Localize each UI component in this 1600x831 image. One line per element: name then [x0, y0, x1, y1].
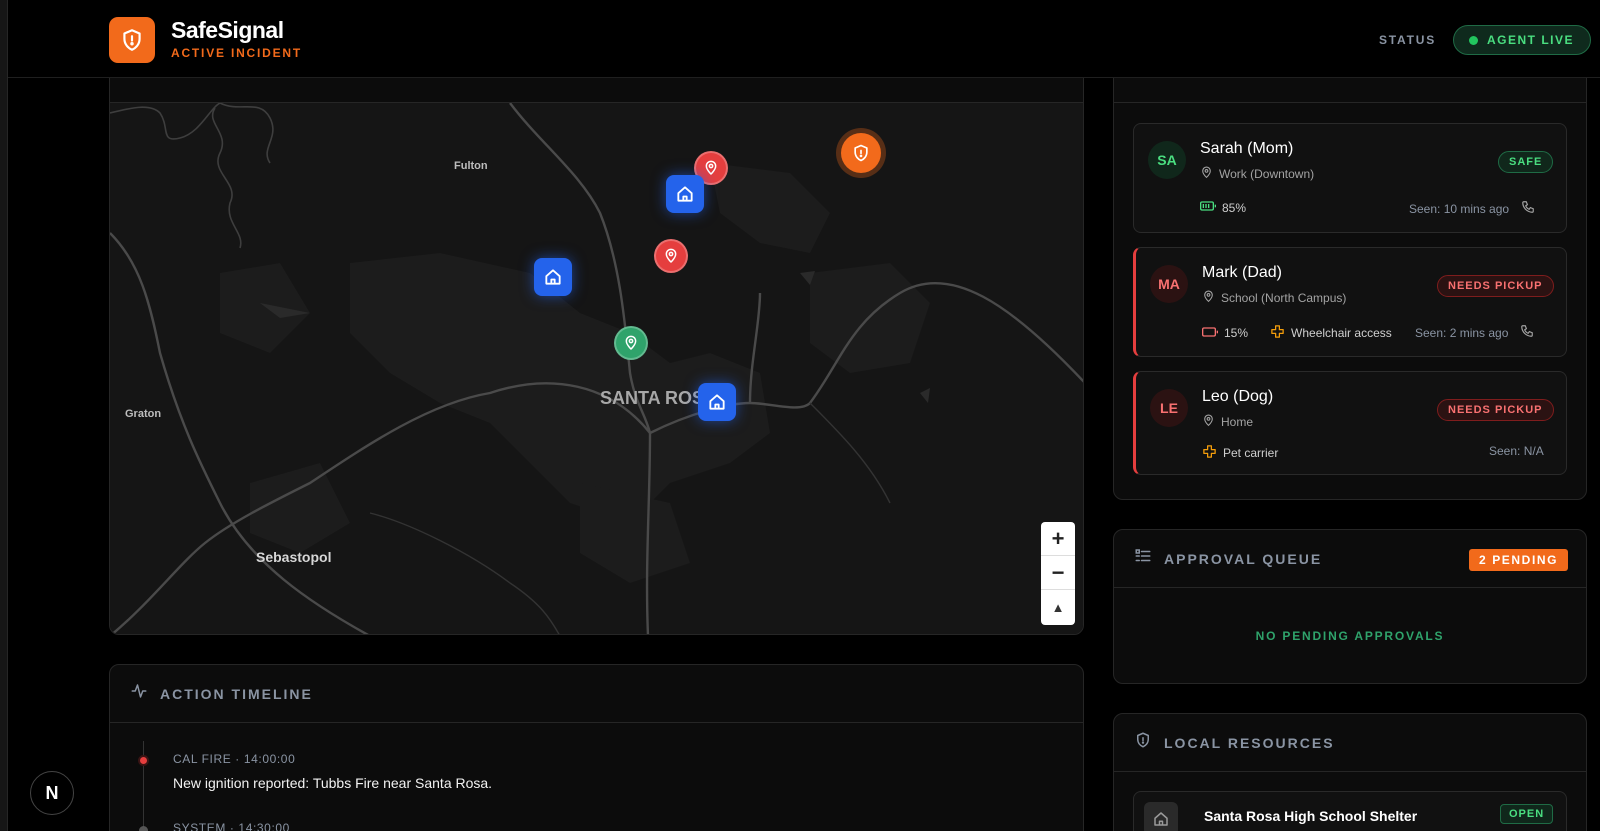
member-location: Home [1202, 414, 1253, 430]
zoom-out-button[interactable]: − [1041, 556, 1075, 590]
map-zoom-controls: + − ▲ [1041, 522, 1075, 625]
member-location: School (North Campus) [1202, 290, 1346, 306]
member-name: Sarah (Mom) [1200, 140, 1294, 157]
map-pin-icon [1202, 414, 1215, 430]
status-label: STATUS [1379, 33, 1437, 47]
battery-indicator: 85% [1200, 200, 1246, 215]
app-header: SafeSignal ACTIVE INCIDENT STATUS AGENT … [8, 0, 1600, 78]
timeline-event-meta: SYSTEM · 14:30:00 [173, 821, 290, 831]
last-seen: Seen: 10 mins ago [1409, 200, 1535, 217]
phone-icon[interactable] [1521, 200, 1535, 217]
resources-title: LOCAL RESOURCES [1164, 734, 1335, 751]
safe-location-marker[interactable] [614, 326, 648, 360]
reset-bearing-button[interactable]: ▲ [1041, 590, 1075, 624]
avatar: SA [1148, 141, 1186, 179]
live-dot-icon [1469, 35, 1478, 45]
medical-cross-icon [1270, 324, 1285, 342]
home-marker[interactable] [534, 258, 572, 296]
shield-icon [1134, 731, 1152, 754]
family-member-card[interactable]: MA Mark (Dad) School (North Campus) NEED… [1133, 247, 1567, 357]
timeline-dot [138, 755, 149, 766]
checklist-icon [1134, 547, 1152, 570]
medical-cross-icon [1202, 444, 1217, 462]
status-badge: NEEDS PICKUP [1437, 399, 1554, 421]
battery-indicator: 15% Wheelchair access [1202, 324, 1392, 342]
map-label-sebastopol: Sebastopol [256, 549, 332, 565]
avatar: MA [1150, 265, 1188, 303]
family-member-card[interactable]: LE Leo (Dog) Home NEEDS PICKUP Pet carri… [1133, 371, 1567, 475]
home-marker[interactable] [666, 175, 704, 213]
empty-state-text: NO PENDING APPROVALS [1255, 629, 1445, 643]
agent-status-text: AGENT LIVE [1487, 33, 1575, 47]
approval-title: APPROVAL QUEUE [1164, 550, 1323, 567]
nextjs-dev-indicator-button[interactable]: N [30, 771, 74, 815]
incident-status-label: ACTIVE INCIDENT [171, 46, 303, 60]
pending-count-badge: 2 PENDING [1469, 549, 1569, 571]
shield-icon [109, 17, 155, 63]
timeline-header: ACTION TIMELINE [110, 665, 1083, 723]
special-needs: Pet carrier [1202, 444, 1278, 462]
activity-icon [130, 682, 148, 705]
member-location: Work (Downtown) [1200, 166, 1314, 182]
incident-marker[interactable] [841, 133, 881, 173]
battery-icon [1200, 200, 1216, 215]
avatar: LE [1150, 389, 1188, 427]
timeline-title: ACTION TIMELINE [160, 685, 313, 702]
last-seen: Seen: N/A [1489, 444, 1544, 458]
status-badge: OPEN [1500, 804, 1554, 824]
resource-name: Santa Rosa High School Shelter [1204, 808, 1418, 824]
timeline-event-text: New ignition reported: Tubbs Fire near S… [173, 775, 493, 791]
local-resources-panel: LOCAL RESOURCES Santa Rosa High School S… [1113, 713, 1587, 831]
map-panel: Fulton Graton Sebastopol SANTA ROSA + − … [109, 60, 1084, 635]
timeline-event-meta: CAL FIRE · 14:00:00 [173, 752, 296, 766]
member-name: Leo (Dog) [1202, 388, 1274, 405]
agent-status-badge: AGENT LIVE [1453, 25, 1591, 55]
map-pin-icon [1200, 166, 1213, 182]
resources-header: LOCAL RESOURCES [1114, 714, 1586, 772]
map-label-fulton: Fulton [454, 160, 488, 172]
phone-icon[interactable] [1520, 324, 1534, 341]
status-badge: NEEDS PICKUP [1437, 275, 1554, 297]
left-edge-bar [0, 0, 8, 831]
home-marker[interactable] [698, 383, 736, 421]
family-status-panel: SA Sarah (Mom) Work (Downtown) SAFE 85% … [1113, 60, 1587, 500]
status-badge: SAFE [1498, 151, 1554, 173]
map-label-graton: Graton [125, 408, 162, 420]
home-icon [1144, 802, 1178, 831]
last-seen: Seen: 2 mins ago [1415, 324, 1534, 341]
map-pin-icon [1202, 290, 1215, 306]
resource-item[interactable]: Santa Rosa High School Shelter OPEN [1133, 791, 1567, 831]
brand-name: SafeSignal [171, 17, 284, 43]
family-member-card[interactable]: SA Sarah (Mom) Work (Downtown) SAFE 85% … [1133, 123, 1567, 233]
member-location-marker[interactable] [654, 239, 688, 273]
battery-low-icon [1202, 326, 1218, 341]
zoom-in-button[interactable]: + [1041, 522, 1075, 556]
member-name: Mark (Dad) [1202, 264, 1283, 281]
approval-queue-panel: APPROVAL QUEUE 2 PENDING NO PENDING APPR… [1113, 529, 1587, 684]
action-timeline-panel: ACTION TIMELINE CAL FIRE · 14:00:00 New … [109, 664, 1084, 831]
timeline-dot [139, 826, 148, 831]
